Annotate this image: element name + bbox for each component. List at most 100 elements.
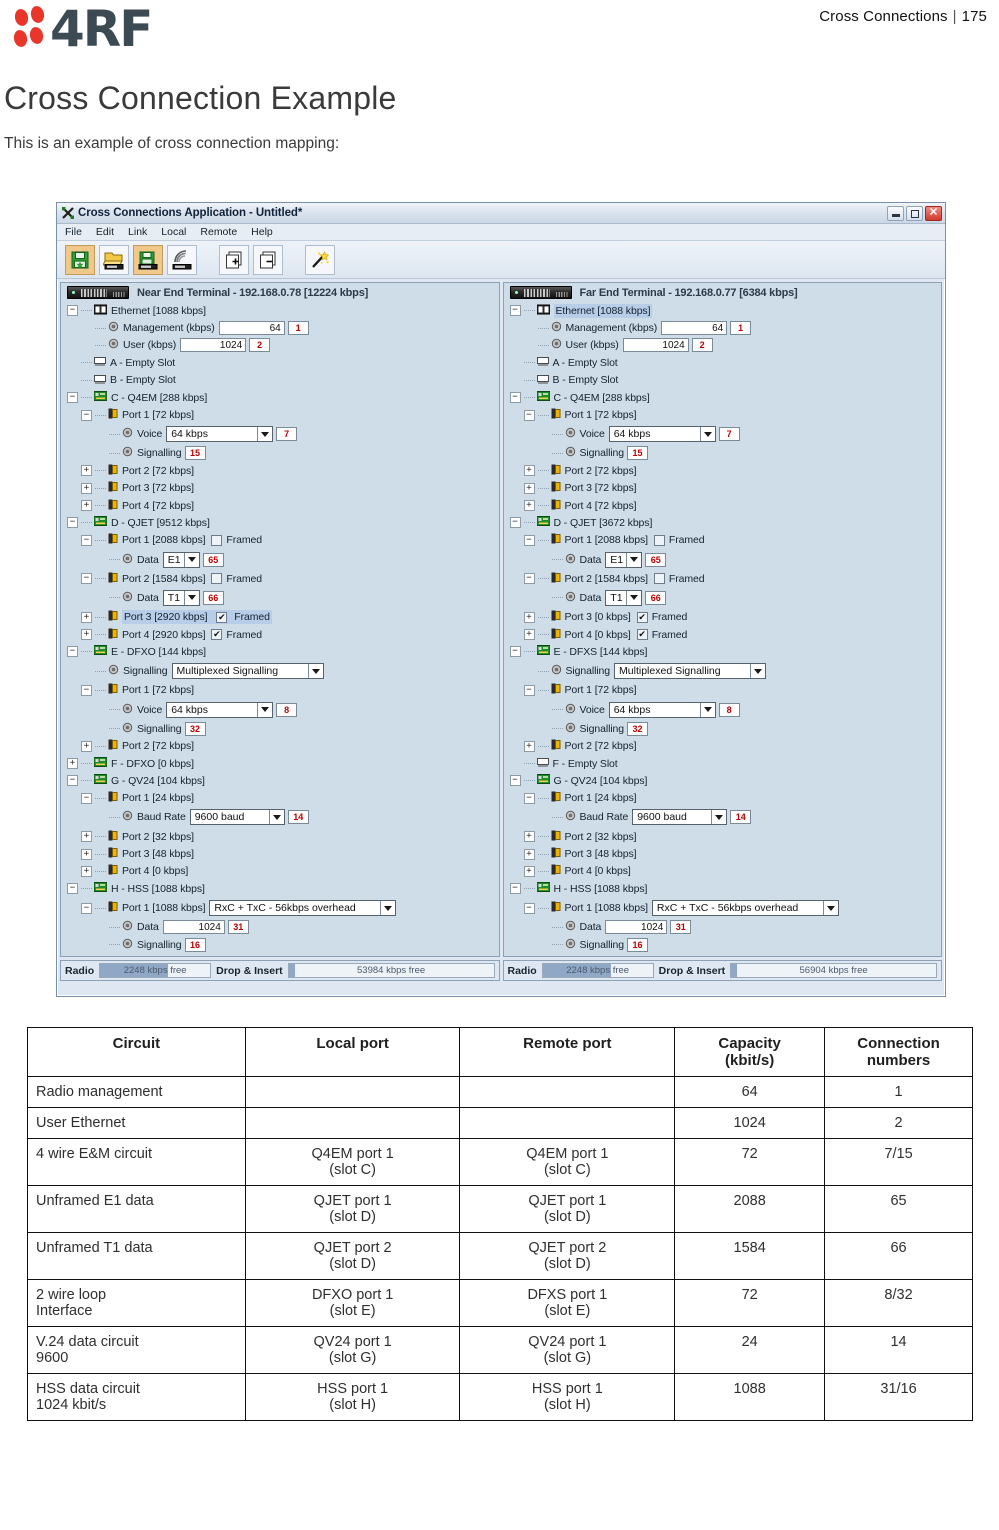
h-port1-mode-select[interactable]: RxC + TxC - 56kbps overhead xyxy=(651,900,839,917)
tree-node-slot-b[interactable]: B - Empty Slot xyxy=(65,372,499,389)
tree-node-g-port1-baud[interactable]: Baud Rate 9600 baud 14 xyxy=(508,807,942,828)
tree-node-h-port1[interactable]: − Port 1 [1088 kbps] RxC + TxC - 56kbps … xyxy=(508,898,942,919)
management-value[interactable]: 64 xyxy=(218,321,285,336)
close-button[interactable]: ✕ xyxy=(925,205,942,221)
toggle-h-port1[interactable]: − xyxy=(523,902,535,914)
d-port4-framed-checkbox[interactable]: ✔ xyxy=(211,629,223,641)
tree-node-d-port2-data[interactable]: Data T1 66 xyxy=(508,587,942,608)
minimize-button[interactable] xyxy=(887,205,904,221)
tree-node-d-port3[interactable]: + Port 3 [0 kbps] ✔ Framed xyxy=(508,608,942,625)
toggle-slot-c[interactable]: − xyxy=(509,392,521,404)
maximize-button[interactable] xyxy=(906,205,923,221)
tree-node-h-port1-signalling[interactable]: Signalling 16 xyxy=(508,936,942,953)
chevron-down-icon[interactable] xyxy=(626,552,642,567)
menu-help[interactable]: Help xyxy=(249,226,275,238)
tree-node-c-port4[interactable]: + Port 4 [72 kbps] xyxy=(508,497,942,514)
chevron-down-icon[interactable] xyxy=(257,702,273,717)
h-port1-data-value[interactable]: 1024 xyxy=(162,920,225,935)
d-port2-data-select[interactable]: T1 xyxy=(162,589,200,606)
tree-node-slot-c[interactable]: − C - Q4EM [288 kbps] xyxy=(508,389,942,406)
toggle-slot-e[interactable]: − xyxy=(509,646,521,658)
tree-node-d-port1[interactable]: − Port 1 [2088 kbps] Framed xyxy=(65,532,499,549)
tree-node-slot-h[interactable]: − H - HSS [1088 kbps] xyxy=(508,880,942,897)
toggle-slot-h[interactable]: − xyxy=(509,883,521,895)
tree-node-d-port3[interactable]: + Port 3 [2920 kbps] ✔ Framed xyxy=(65,608,499,625)
open-from-terminal-button[interactable] xyxy=(99,244,129,275)
toggle-c-port1[interactable]: − xyxy=(523,409,535,421)
tree-node-h-port1-data[interactable]: Data 1024 31 xyxy=(65,919,499,936)
h-port1-data-value[interactable]: 1024 xyxy=(605,920,668,935)
tree-node-e-port2[interactable]: + Port 2 [72 kbps] xyxy=(508,737,942,754)
tree-node-slot-b[interactable]: B - Empty Slot xyxy=(508,372,942,389)
toggle-g-port4[interactable]: + xyxy=(523,865,535,877)
toggle-slot-d[interactable]: − xyxy=(509,517,521,529)
tree-node-d-port1-data[interactable]: Data E1 65 xyxy=(508,549,942,570)
tree-node-h-port1[interactable]: − Port 1 [1088 kbps] RxC + TxC - 56kbps … xyxy=(65,898,499,919)
tree-node-c-port3[interactable]: + Port 3 [72 kbps] xyxy=(65,480,499,497)
toggle-d-port1[interactable]: − xyxy=(523,534,535,546)
management-value[interactable]: 64 xyxy=(661,321,728,336)
chevron-down-icon[interactable] xyxy=(307,664,323,679)
tree-node-e-signalling[interactable]: Signalling Multiplexed Signalling xyxy=(65,661,499,682)
chevron-down-icon[interactable] xyxy=(626,590,642,605)
toggle-ethernet[interactable]: − xyxy=(509,305,521,317)
chevron-down-icon[interactable] xyxy=(183,552,199,567)
tree-node-d-port4[interactable]: + Port 4 [2920 kbps] ✔ Framed xyxy=(65,626,499,643)
toggle-h-port1[interactable]: − xyxy=(81,902,92,914)
toggle-c-port1[interactable]: − xyxy=(81,409,92,421)
tree-node-e-port1-signalling[interactable]: Signalling 32 xyxy=(508,720,942,737)
tree-node-h-port1-signalling[interactable]: Signalling 16 xyxy=(65,936,499,953)
toggle-c-port4[interactable]: + xyxy=(81,500,92,512)
toggle-c-port4[interactable]: + xyxy=(523,500,535,512)
menu-remote[interactable]: Remote xyxy=(198,226,239,238)
toggle-d-port4[interactable]: + xyxy=(523,629,535,641)
expand-all-button[interactable] xyxy=(219,244,249,275)
toggle-g-port4[interactable]: + xyxy=(81,865,92,877)
toggle-g-port3[interactable]: + xyxy=(81,848,92,860)
tree-node-d-port1[interactable]: − Port 1 [2088 kbps] Framed xyxy=(508,532,942,549)
menu-file[interactable]: File xyxy=(63,226,84,238)
toggle-d-port4[interactable]: + xyxy=(81,629,92,641)
tree-node-e-port1-signalling[interactable]: Signalling 32 xyxy=(65,720,499,737)
tree-node-slot-f[interactable]: F - Empty Slot xyxy=(508,755,942,772)
tree-node-g-port1[interactable]: − Port 1 [24 kbps] xyxy=(65,790,499,807)
tree-node-slot-a[interactable]: A - Empty Slot xyxy=(65,354,499,371)
menu-edit[interactable]: Edit xyxy=(94,226,116,238)
d-port2-data-select[interactable]: T1 xyxy=(605,589,643,606)
d-port1-framed-checkbox[interactable] xyxy=(653,534,665,546)
tree-node-g-port3[interactable]: + Port 3 [48 kbps] xyxy=(65,845,499,862)
toggle-d-port3[interactable]: + xyxy=(523,611,535,623)
c-port1-voice-select[interactable]: 64 kbps xyxy=(166,426,274,443)
chevron-down-icon[interactable] xyxy=(699,427,715,442)
tree-node-slot-f[interactable]: + F - DFXO [0 kbps] xyxy=(65,755,499,772)
menu-link[interactable]: Link xyxy=(126,226,149,238)
tree-node-h-port1-data[interactable]: Data 1024 31 xyxy=(508,919,942,936)
tree-node-slot-g[interactable]: − G - QV24 [104 kbps] xyxy=(65,772,499,789)
toggle-c-port2[interactable]: + xyxy=(81,465,92,477)
tree-node-e-port1-voice[interactable]: Voice 64 kbps 8 xyxy=(508,699,942,720)
toggle-slot-e[interactable]: − xyxy=(67,646,78,658)
e-signalling-select[interactable]: Multiplexed Signalling xyxy=(614,663,767,680)
chevron-down-icon[interactable] xyxy=(822,901,838,916)
tree-node-c-port1-voice[interactable]: Voice 64 kbps 7 xyxy=(508,424,942,445)
tree-node-e-signalling[interactable]: Signalling Multiplexed Signalling xyxy=(508,661,942,682)
tree-node-slot-c[interactable]: − C - Q4EM [288 kbps] xyxy=(65,389,499,406)
tree-node-c-port4[interactable]: + Port 4 [72 kbps] xyxy=(65,497,499,514)
toggle-d-port3[interactable]: + xyxy=(81,611,92,623)
user-value[interactable]: 1024 xyxy=(622,338,689,353)
d-port3-framed-checkbox[interactable]: ✔ xyxy=(636,611,648,623)
d-port2-framed-checkbox[interactable] xyxy=(211,573,223,585)
g-port1-baud-select[interactable]: 9600 baud xyxy=(189,809,285,826)
toggle-slot-d[interactable]: − xyxy=(67,517,78,529)
toggle-slot-f[interactable]: + xyxy=(67,758,78,769)
tree-node-g-port4[interactable]: + Port 4 [0 kbps] xyxy=(508,863,942,880)
chevron-down-icon[interactable] xyxy=(711,810,727,825)
d-port3-selection-highlight[interactable]: Port 3 [2920 kbps] ✔ Framed xyxy=(122,610,272,625)
tree-node-user[interactable]: User (kbps) 1024 2 xyxy=(508,337,942,354)
tree-node-management[interactable]: Management (kbps) 64 1 xyxy=(65,319,499,336)
chevron-down-icon[interactable] xyxy=(380,901,396,916)
menu-local[interactable]: Local xyxy=(159,226,188,238)
toggle-c-port2[interactable]: + xyxy=(523,465,535,477)
tree-node-c-port2[interactable]: + Port 2 [72 kbps] xyxy=(65,462,499,479)
tree-node-e-port1[interactable]: − Port 1 [72 kbps] xyxy=(508,682,942,699)
